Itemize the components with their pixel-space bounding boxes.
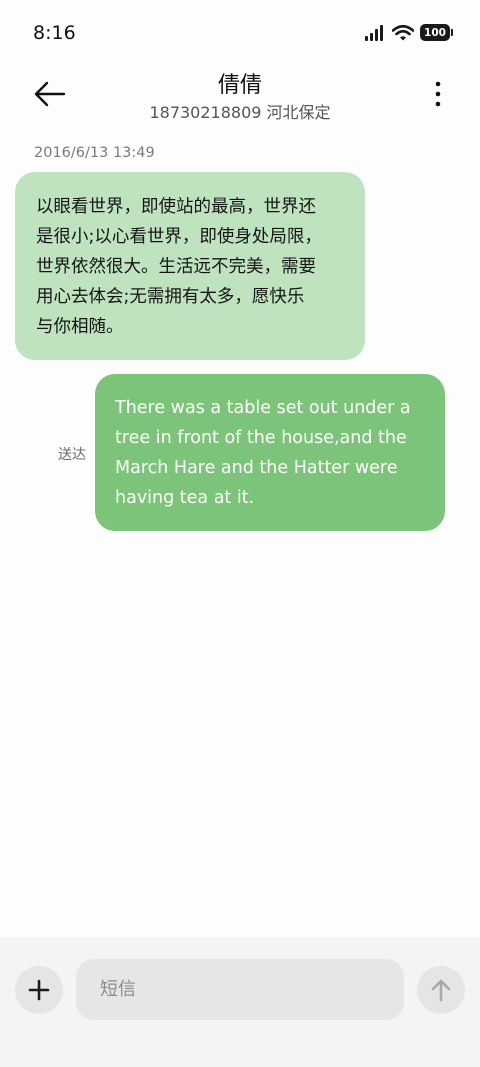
message-line: 用心去体会;无需拥有太多，愿快乐 — [36, 287, 305, 307]
signal-icon — [365, 24, 383, 41]
message-line: 以眼看世界，即使站的最高，世界还 — [36, 197, 316, 217]
send-arrow-icon — [431, 979, 451, 1002]
contact-number: 18730218809 河北保定 — [149, 103, 331, 122]
add-attachment-button[interactable] — [15, 966, 63, 1014]
status-bar: 8:16 100 — [0, 0, 480, 68]
message-line: March Hare and the Hatter were — [115, 458, 398, 478]
message-line: 与你相随。 — [36, 317, 124, 337]
plus-icon — [28, 979, 50, 1001]
conversation-header: 倩倩 18730218809 河北保定 — [0, 60, 480, 130]
send-button[interactable] — [417, 966, 465, 1014]
contact-name: 倩倩 — [217, 73, 262, 98]
battery-level: 100 — [424, 26, 446, 39]
message-timestamp: 2016/6/13 13:49 — [34, 145, 155, 161]
message-line: tree in front of the house,and the — [115, 428, 407, 448]
outgoing-message-bubble[interactable]: There was a table set out under a tree i… — [95, 374, 445, 531]
wifi-icon — [392, 24, 414, 40]
message-line: 是很小;以心看世界，即使身处局限， — [36, 227, 322, 247]
delivery-status: 送达 — [58, 447, 86, 463]
more-options-button[interactable] — [426, 76, 450, 112]
message-line: having tea at it. — [115, 488, 255, 508]
message-input[interactable] — [76, 959, 404, 1020]
battery-icon: 100 — [420, 24, 453, 41]
incoming-message-bubble[interactable]: 以眼看世界，即使站的最高，世界还 是很小;以心看世界，即使身处局限， 世界依然很… — [15, 172, 365, 360]
status-time: 8:16 — [33, 22, 76, 44]
message-line: There was a table set out under a — [115, 398, 411, 418]
status-icons: 100 — [364, 24, 453, 41]
sms-conversation-screen: 8:16 100 倩倩 18730218809 河北保定 2016/6/13 1… — [0, 0, 480, 1067]
more-vertical-icon — [435, 81, 441, 107]
message-line: 世界依然很大。生活远不完美，需要 — [36, 257, 316, 277]
message-composer — [0, 937, 480, 1067]
